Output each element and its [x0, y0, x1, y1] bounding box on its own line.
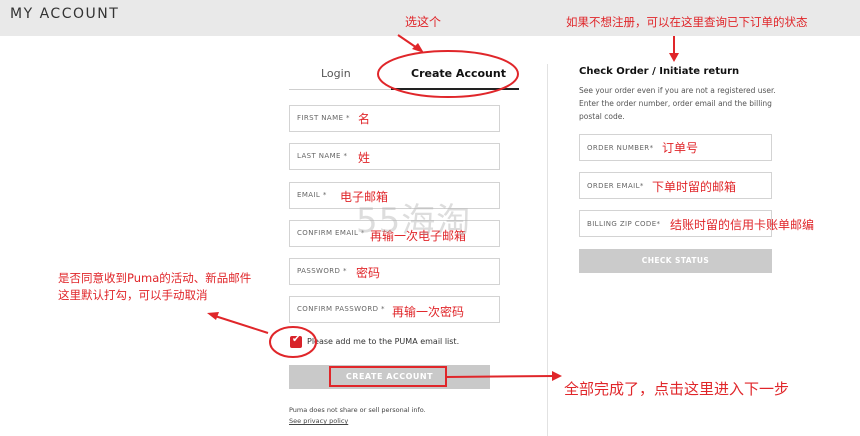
- checkbox-highlight-circle: [269, 326, 317, 358]
- guest-arrow-head: [669, 53, 679, 62]
- optin-arrow-head: [207, 312, 219, 320]
- done-arrow-head: [552, 371, 562, 381]
- optin-arrow-line: [214, 315, 269, 334]
- done-arrow-line: [445, 375, 556, 378]
- create-tab-highlight-ellipse: [377, 50, 519, 98]
- create-button-highlight-rect: [329, 366, 447, 387]
- select-arrow-head: [412, 43, 424, 53]
- annotation-overlay: [207, 34, 679, 387]
